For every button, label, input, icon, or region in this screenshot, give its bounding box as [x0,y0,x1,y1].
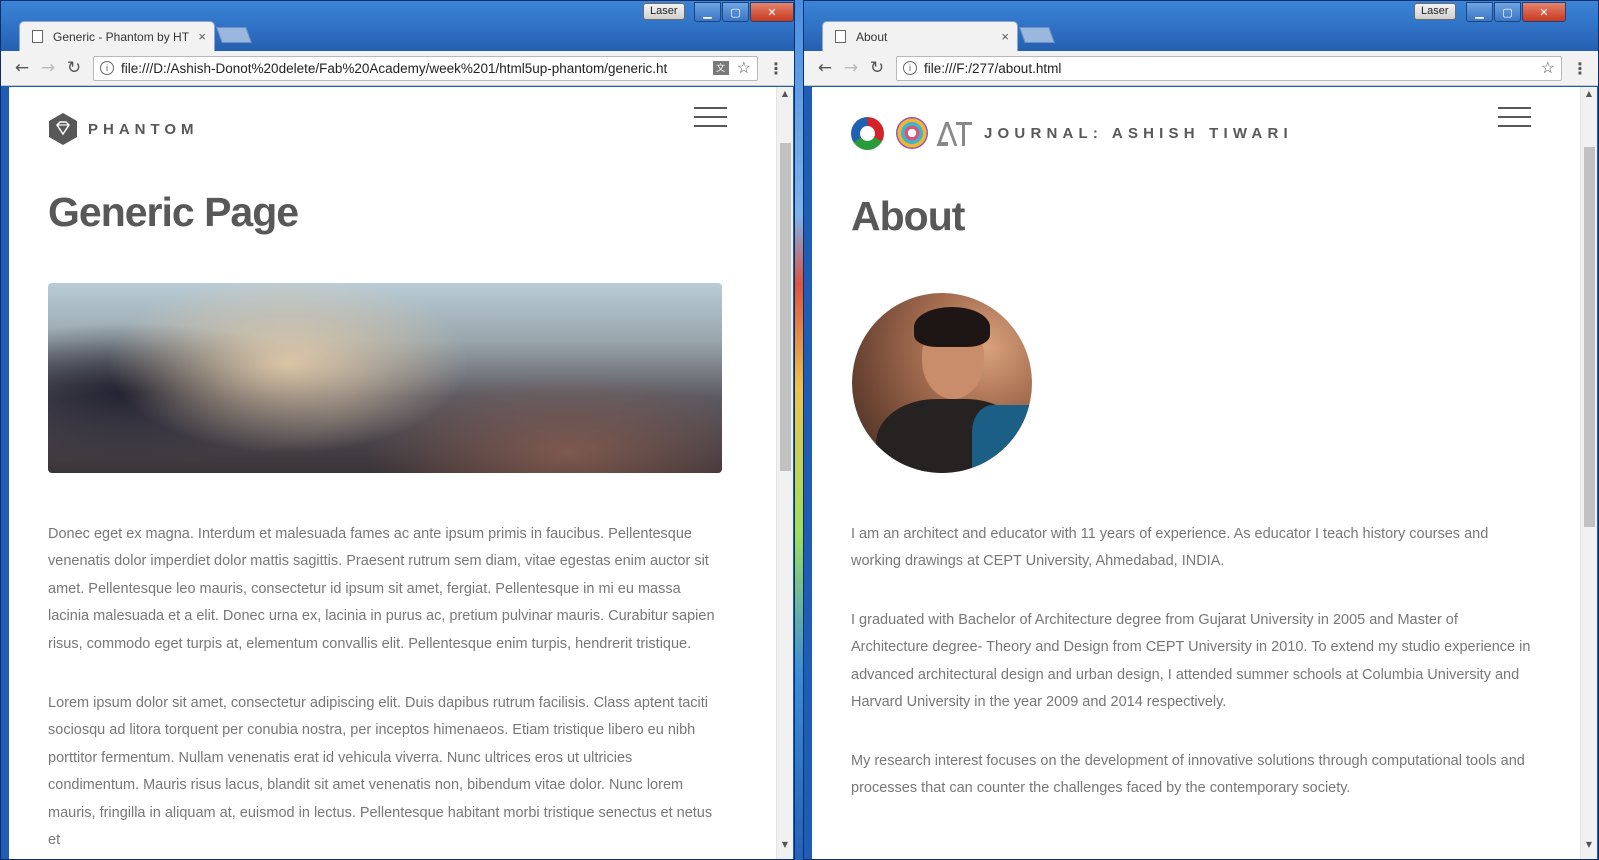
browser-window-left: Laser ▁ ▢ ✕ Generic - Phantom by HT × ← … [0,0,795,860]
paragraph-2: I graduated with Bachelor of Architectur… [851,612,1531,711]
paragraph-2: Lorem ipsum dolor sit amet, consectetur … [48,695,713,849]
page-icon [835,30,846,43]
maximize-button[interactable]: ▢ [722,2,749,22]
kebab-menu-icon[interactable]: ⋮ [766,59,786,78]
page-icon [32,30,43,43]
site-logo-text[interactable]: PHANTOM [88,121,199,138]
mandala-logo-icon[interactable] [896,117,928,149]
laser-label[interactable]: Laser [643,3,685,20]
new-tab-button[interactable] [1019,27,1055,43]
page-title: About [851,193,965,239]
title-bar: Laser ▁ ▢ ✕ Generic - Phantom by HT × [1,1,794,51]
scroll-down-arrow-icon[interactable]: ▼ [1581,840,1597,849]
forward-arrow-icon[interactable]: → [35,58,61,78]
scrollbar-thumb[interactable] [1584,147,1595,527]
kebab-menu-icon[interactable]: ⋮ [1570,59,1590,78]
browser-window-right: Laser ▁ ▢ ✕ About × ← → ↻ i file:///F:/2… [803,0,1599,860]
address-bar[interactable]: i file:///F:/277/about.html ☆ [896,55,1562,81]
paragraph-1: Donec eget ex magna. Interdum et malesua… [48,526,715,652]
tab-generic[interactable]: Generic - Phantom by HT × [19,21,215,51]
scroll-up-arrow-icon[interactable]: ▲ [1581,89,1597,98]
minimize-button[interactable]: ▁ [694,2,721,22]
title-bar: Laser ▁ ▢ ✕ About × [804,1,1598,51]
browser-toolbar: ← → ↻ i file:///F:/277/about.html ☆ ⋮ [804,51,1598,86]
scrollbar-thumb[interactable] [780,143,791,471]
close-window-button[interactable]: ✕ [1522,2,1566,22]
address-bar[interactable]: i file:///D:/Ashish-Donot%20delete/Fab%2… [93,55,758,81]
address-url[interactable]: file:///F:/277/about.html [924,61,1541,76]
scroll-down-arrow-icon[interactable]: ▼ [777,840,793,849]
window-controls: ▁ ▢ ✕ [1465,2,1566,22]
page-content: PHANTOM Generic Page Donec eget ex magna… [9,87,776,859]
tab-close-icon[interactable]: × [1001,29,1009,44]
reload-icon[interactable]: ↻ [61,58,87,78]
site-header: JOURNAL: ASHISH TIWARI [851,113,1580,153]
monogram-logo-icon[interactable] [936,120,972,146]
page-info-icon[interactable]: i [903,61,917,75]
new-tab-button[interactable] [216,27,252,43]
minimize-button[interactable]: ▁ [1466,2,1493,22]
hamburger-menu-icon[interactable] [1498,107,1531,127]
vertical-scrollbar[interactable]: ▲ ▼ [1580,87,1597,859]
page-title: Generic Page [48,189,299,235]
fab-lab-logo-icon[interactable] [851,116,884,150]
address-url[interactable]: file:///D:/Ashish-Donot%20delete/Fab%20A… [121,61,713,76]
paragraph-3: My research interest focuses on the deve… [851,753,1525,797]
site-header: PHANTOM [48,109,776,149]
tab-about[interactable]: About × [822,21,1018,51]
vertical-scrollbar[interactable]: ▲ ▼ [776,87,793,859]
laser-label[interactable]: Laser [1414,3,1456,20]
reload-icon[interactable]: ↻ [864,58,890,78]
back-arrow-icon[interactable]: ← [9,58,35,78]
page-info-icon[interactable]: i [100,61,114,75]
back-arrow-icon[interactable]: ← [812,58,838,78]
logo-group: JOURNAL: ASHISH TIWARI [851,116,1293,150]
maximize-button[interactable]: ▢ [1494,2,1521,22]
window-controls: ▁ ▢ ✕ [693,2,794,22]
site-title[interactable]: JOURNAL: ASHISH TIWARI [984,125,1293,142]
hamburger-menu-icon[interactable] [694,107,727,127]
phantom-logo-icon[interactable] [48,112,78,146]
browser-toolbar: ← → ↻ i file:///D:/Ashish-Donot%20delete… [1,51,794,86]
bookmark-star-icon[interactable]: ☆ [737,58,751,78]
forward-arrow-icon[interactable]: → [838,58,864,78]
translate-icon[interactable]: 文 [712,61,729,75]
hero-image [48,283,722,473]
bookmark-star-icon[interactable]: ☆ [1541,58,1555,78]
page-content: JOURNAL: ASHISH TIWARI About I am an arc… [812,87,1580,859]
close-window-button[interactable]: ✕ [750,2,794,22]
paragraph-1: I am an architect and educator with 11 y… [851,526,1489,570]
tab-title: About [856,29,888,44]
profile-photo [852,293,1032,473]
tab-close-icon[interactable]: × [198,29,206,44]
tab-title: Generic - Phantom by HT [53,29,190,44]
scroll-up-arrow-icon[interactable]: ▲ [777,89,793,98]
